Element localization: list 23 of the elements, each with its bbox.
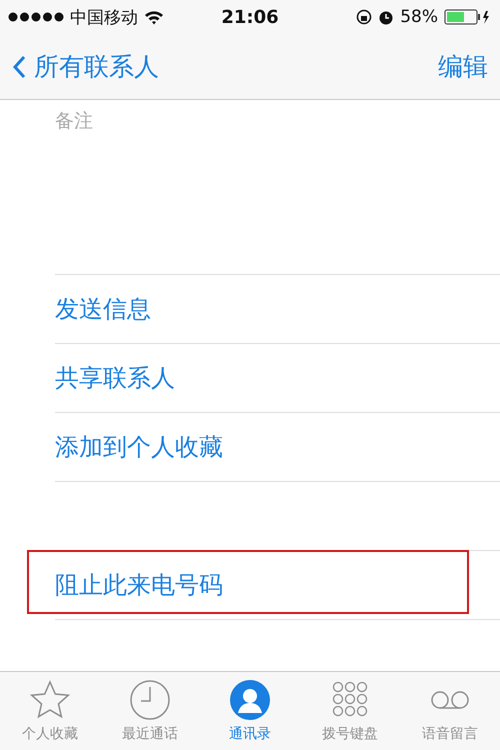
edit-button[interactable]: 编辑 <box>438 50 488 83</box>
chevron-left-icon <box>12 54 26 78</box>
action-row[interactable]: 发送信息 <box>55 275 500 344</box>
tab[interactable]: 语音留言 <box>400 672 500 750</box>
block-caller-row[interactable]: 阻止此来电号码 <box>55 551 500 620</box>
back-button[interactable]: 所有联系人 <box>12 50 159 83</box>
person-icon <box>229 679 271 721</box>
carrier-name: 中国移动 <box>70 6 138 28</box>
star-icon <box>29 679 71 721</box>
signal-icon <box>8 12 64 22</box>
battery-percent: 58% <box>400 7 438 27</box>
action-row[interactable]: 共享联系人 <box>55 344 500 413</box>
alarm-icon <box>378 9 394 25</box>
tab[interactable]: 拨号键盘 <box>300 672 400 750</box>
tab[interactable]: 个人收藏 <box>0 672 100 750</box>
tab[interactable]: 最近通话 <box>100 672 200 750</box>
clock-time: 21:06 <box>221 6 279 28</box>
rotation-lock-icon <box>356 9 372 25</box>
notes-label: 备注 <box>55 109 94 134</box>
tab[interactable]: 通讯录 <box>200 672 300 750</box>
action-row[interactable]: 添加到个人收藏 <box>55 413 500 482</box>
clock-icon <box>129 679 171 721</box>
wifi-icon <box>144 10 164 24</box>
